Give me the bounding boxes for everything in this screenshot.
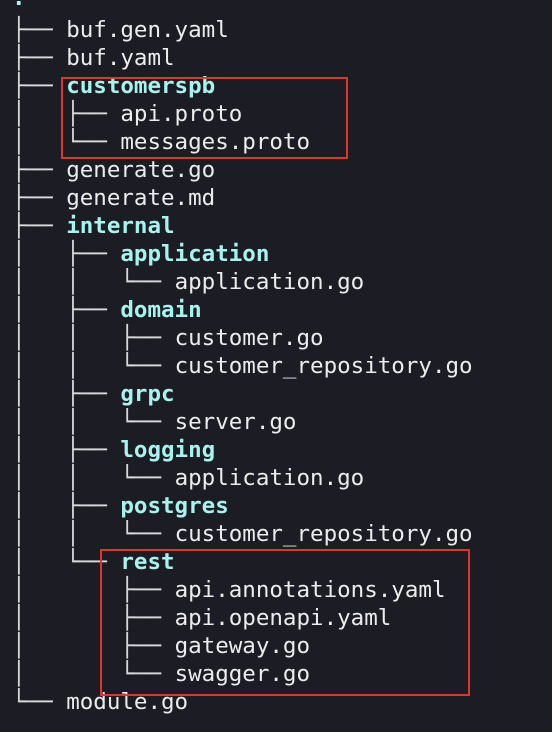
tree-branch-connector: │ │ └── bbox=[12, 269, 175, 295]
file-name: server.go bbox=[174, 409, 297, 435]
tree-row-file: ├── buf.yaml bbox=[12, 44, 175, 72]
file-name: generate.go bbox=[66, 157, 216, 183]
tree-branch-connector: ├── bbox=[12, 45, 67, 71]
tree-row-file: │ │ └── application.go bbox=[12, 268, 364, 296]
tree-root: . bbox=[12, 0, 26, 12]
tree-row-directory: │ ├── logging bbox=[12, 436, 215, 464]
tree-row-file: │ │ └── application.go bbox=[12, 464, 364, 492]
file-name: customer.go bbox=[174, 325, 324, 351]
tree-row-directory: │ ├── domain bbox=[12, 296, 202, 324]
tree-branch-connector: │ │ └── bbox=[12, 353, 175, 379]
file-name: application.go bbox=[174, 465, 365, 491]
tree-branch-connector: ├── bbox=[12, 17, 67, 43]
directory-name: postgres bbox=[120, 493, 229, 519]
tree-row-file: │ │ └── customer_repository.go bbox=[12, 352, 473, 380]
tree-branch-connector: │ │ └── bbox=[12, 521, 175, 547]
tree-row-file: │ │ └── customer_repository.go bbox=[12, 520, 473, 548]
file-name: application.go bbox=[174, 269, 365, 295]
tree-row-file: │ │ ├── customer.go bbox=[12, 324, 324, 352]
tree-row-file: │ │ └── server.go bbox=[12, 408, 296, 436]
tree-row-file: ├── generate.go bbox=[12, 156, 215, 184]
tree-row-directory: │ ├── grpc bbox=[12, 380, 175, 408]
tree-row-directory: ├── internal bbox=[12, 212, 175, 240]
tree-branch-connector: └── bbox=[12, 689, 67, 715]
tree-branch-connector: ├── bbox=[12, 73, 67, 99]
directory-name: grpc bbox=[120, 381, 175, 407]
tree-branch-connector: │ ├── bbox=[12, 493, 121, 519]
file-name: customer_repository.go bbox=[174, 353, 473, 379]
file-name: generate.md bbox=[66, 185, 216, 211]
tree-branch-connector: │ ├── bbox=[12, 381, 121, 407]
tree-row-file: ├── generate.md bbox=[12, 184, 215, 212]
tree-branch-connector: ├── bbox=[12, 213, 67, 239]
directory-name: logging bbox=[120, 437, 216, 463]
tree-row-directory: │ ├── postgres bbox=[12, 492, 229, 520]
directory-name: domain bbox=[120, 297, 202, 323]
directory-tree: . ├── buf.gen.yaml├── buf.yaml├── custom… bbox=[0, 0, 552, 732]
tree-row-directory: │ ├── application bbox=[12, 240, 269, 268]
file-name: buf.gen.yaml bbox=[66, 17, 229, 43]
file-name: buf.yaml bbox=[66, 45, 175, 71]
directory-name: internal bbox=[66, 213, 175, 239]
tree-branch-connector: │ │ ├── bbox=[12, 325, 175, 351]
tree-branch-connector: │ │ └── bbox=[12, 409, 175, 435]
highlight-box-customerspb bbox=[61, 77, 348, 159]
tree-branch-connector: │ ├── bbox=[12, 297, 121, 323]
file-name: customer_repository.go bbox=[174, 521, 473, 547]
tree-branch-connector: │ │ └── bbox=[12, 465, 175, 491]
tree-branch-connector: ├── bbox=[12, 157, 67, 183]
highlight-box-rest bbox=[100, 549, 470, 696]
tree-branch-connector: ├── bbox=[12, 185, 67, 211]
tree-row-file: ├── buf.gen.yaml bbox=[12, 16, 229, 44]
tree-branch-connector: │ ├── bbox=[12, 437, 121, 463]
tree-branch-connector: │ ├── bbox=[12, 241, 121, 267]
directory-name: application bbox=[120, 241, 270, 267]
